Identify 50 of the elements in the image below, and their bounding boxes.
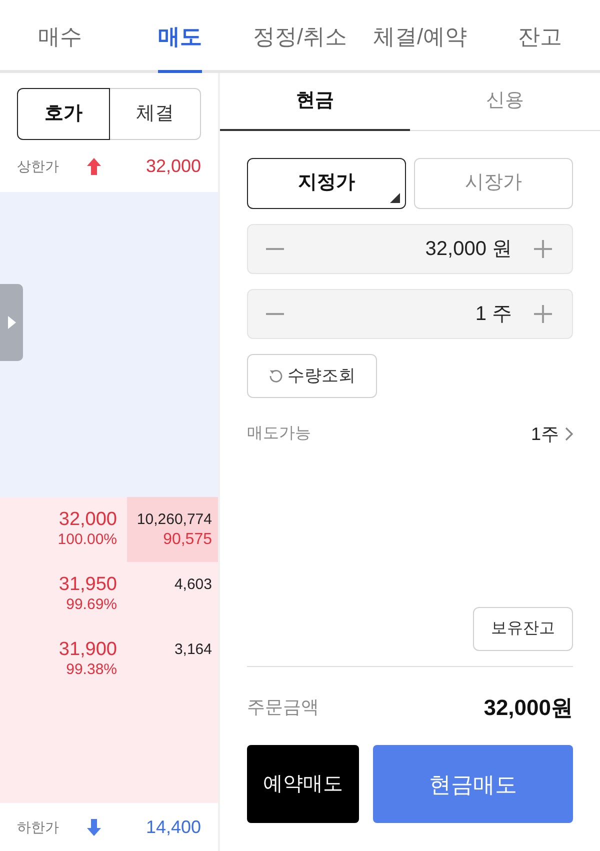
- increase-button[interactable]: [534, 240, 552, 258]
- order-amount-label: 주문금액: [247, 696, 319, 718]
- lower-limit-label: 하한가: [17, 818, 59, 836]
- sellable-label: 매도가능: [247, 424, 311, 444]
- price-change-rate: 99.38%: [66, 661, 117, 678]
- quantity-check-button[interactable]: 수량조회: [247, 354, 377, 398]
- panel-toggle-button[interactable]: [0, 284, 23, 361]
- plus-icon: [534, 240, 552, 258]
- quantity-field[interactable]: 1 주: [247, 289, 573, 339]
- ask-volume: 4,603: [174, 575, 212, 595]
- order-type-button[interactable]: 지정가: [247, 158, 406, 209]
- arrow-down-icon: [87, 818, 101, 836]
- price-value: 32,000 원: [425, 237, 512, 262]
- order-amount-value: 32,000원: [484, 694, 573, 722]
- order-type-button[interactable]: 시장가: [414, 158, 573, 209]
- price-field[interactable]: 32,000 원: [247, 224, 573, 274]
- holdings-button[interactable]: 보유잔고: [473, 607, 573, 651]
- arrow-up-icon: [87, 158, 101, 174]
- nav-tab[interactable]: 체결/예약: [372, 0, 468, 73]
- account-tab[interactable]: 현금: [220, 73, 410, 131]
- triangle-right-icon: [8, 316, 16, 329]
- price-change-rate: 99.69%: [66, 596, 117, 613]
- orderbook-tab[interactable]: 체결: [108, 88, 201, 140]
- increase-button[interactable]: [534, 305, 552, 323]
- chevron-right-icon: [565, 427, 573, 441]
- reserve-sell-button[interactable]: 예약매도: [247, 745, 359, 823]
- corner-triangle-icon: [390, 193, 400, 203]
- ask-price: 32,000: [58, 509, 117, 531]
- ask-volume: 10,260,774: [136, 510, 212, 530]
- nav-tab[interactable]: 매수: [38, 0, 82, 73]
- nav-tab[interactable]: 정정/취소: [252, 0, 348, 73]
- price-change-rate: 100.00%: [58, 531, 117, 548]
- account-tab[interactable]: 신용: [410, 73, 600, 131]
- ask-price: 31,900: [58, 639, 117, 661]
- sellable-quantity-link[interactable]: 1주: [530, 420, 573, 448]
- quantity-value: 1 주: [475, 302, 512, 327]
- nav-tab[interactable]: 잔고: [518, 0, 562, 73]
- upper-limit-label: 상한가: [17, 156, 59, 176]
- upper-limit-price: 32,000: [146, 154, 201, 178]
- cash-sell-button[interactable]: 현금매도: [373, 745, 573, 823]
- nav-tab[interactable]: 매도: [158, 0, 202, 73]
- refresh-icon: [268, 369, 282, 383]
- plus-icon: [534, 305, 552, 323]
- orderbook-tab[interactable]: 호가: [17, 88, 110, 140]
- minus-icon: [266, 313, 284, 315]
- lower-limit-price: 14,400: [146, 816, 201, 838]
- ask-volume: 3,164: [174, 640, 212, 660]
- minus-icon: [266, 248, 284, 250]
- volume-change: 90,575: [163, 531, 212, 549]
- ask-price: 31,950: [58, 574, 117, 596]
